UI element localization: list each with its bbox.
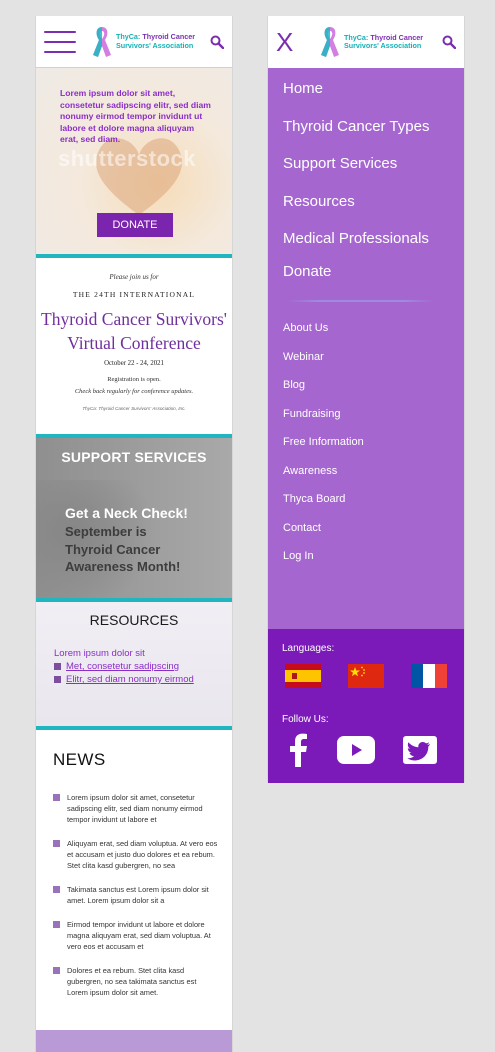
news-text: Aliquyam erat, sed diam voluptua. At ver… — [67, 839, 218, 870]
footer-bar — [36, 1030, 232, 1052]
facebook-icon[interactable] — [287, 733, 309, 767]
logo-line1: Thyroid Cancer — [142, 32, 196, 41]
logo-line2: Survivors' Association — [343, 41, 422, 50]
nav-menu: Home Thyroid Cancer Types Support Servic… — [268, 68, 464, 562]
languages-label: Languages: — [282, 643, 335, 654]
nav-thyroid-cancer-types[interactable]: Thyroid Cancer Types — [283, 118, 464, 135]
resources-lead: Lorem ipsum dolor sit — [54, 648, 145, 659]
bullet-icon — [54, 663, 61, 670]
awareness-ribbon-icon — [320, 27, 339, 57]
donate-button[interactable]: DONATE — [97, 213, 173, 237]
bullet-icon — [53, 886, 60, 893]
resource-link[interactable]: Elitr, sed diam nonumy eirmod — [54, 674, 232, 685]
logo-brand: ThyCa: — [115, 32, 141, 41]
language-flags — [285, 664, 464, 688]
news-item[interactable]: Lorem ipsum dolor sit amet, consetetur s… — [53, 792, 218, 825]
search-icon[interactable] — [210, 35, 224, 49]
support-heading: SUPPORT SERVICES — [61, 449, 207, 465]
nav-resources[interactable]: Resources — [283, 193, 464, 210]
menu-footer: Languages: Follow Us: — [268, 629, 464, 783]
support-services-section[interactable]: SUPPORT SERVICES Get a Neck Check! Septe… — [36, 438, 232, 598]
registration-info: Registration is open. Check back regular… — [36, 374, 232, 398]
bullet-icon — [54, 676, 61, 683]
nav-contact[interactable]: Contact — [283, 522, 464, 534]
china-flag-icon[interactable] — [348, 664, 384, 688]
follow-us-label: Follow Us: — [282, 714, 329, 725]
logo-text: ThyCa: Thyroid Cancer Survivors' Associa… — [343, 33, 423, 51]
conference-title-line1: Thyroid Cancer Survivors' — [41, 309, 227, 329]
news-text: Takimata sanctus est Lorem ipsum dolor s… — [67, 885, 209, 905]
social-links — [287, 733, 464, 767]
menu-screen: X ThyCa: Thyroid Cancer Survivors' Assoc… — [267, 16, 465, 783]
news-item[interactable]: Dolores et ea rebum. Stet clita kasd gub… — [53, 965, 218, 998]
header: X ThyCa: Thyroid Cancer Survivors' Assoc… — [268, 16, 464, 68]
awareness-line3: Awareness Month! — [65, 559, 181, 574]
conference-invite: Please join us for — [109, 273, 159, 281]
site-logo[interactable]: ThyCa: Thyroid Cancer Survivors' Associa… — [91, 25, 195, 59]
nav-medical-professionals[interactable]: Medical Professionals — [283, 230, 464, 247]
close-icon[interactable]: X — [276, 29, 300, 55]
resources-heading: RESOURCES — [89, 612, 179, 628]
site-logo[interactable]: ThyCa: Thyroid Cancer Survivors' Associa… — [319, 25, 423, 59]
registration-status: Registration is open. — [107, 376, 161, 383]
twitter-icon[interactable] — [403, 736, 437, 764]
logo-line2: Survivors' Association — [115, 40, 194, 50]
hero-banner: shutterstock Lorem ipsum dolor sit amet,… — [36, 68, 232, 254]
nav-blog[interactable]: Blog — [283, 379, 464, 391]
watermark: shutterstock — [58, 146, 197, 171]
bullet-icon — [53, 794, 60, 801]
logo-text: ThyCa: Thyroid Cancer Survivors' Associa… — [115, 32, 196, 50]
nav-log-in[interactable]: Log In — [283, 550, 464, 562]
news-heading: NEWS — [53, 750, 106, 769]
news-text: Lorem ipsum dolor sit amet, consetetur s… — [67, 793, 203, 824]
home-screen: ThyCa: Thyroid Cancer Survivors' Associa… — [35, 16, 233, 1052]
conference-title-line2: Virtual Conference — [67, 333, 201, 353]
news-item[interactable]: Aliquyam erat, sed diam voluptua. At ver… — [53, 838, 218, 871]
resources-section: RESOURCES Lorem ipsum dolor sit Met, con… — [36, 602, 232, 726]
conference-edition: THE 24TH INTERNATIONAL — [72, 290, 196, 299]
resource-link[interactable]: Met, consetetur sadipscing — [54, 661, 232, 672]
awareness-line1: September is — [65, 524, 147, 539]
nav-home[interactable]: Home — [283, 80, 464, 97]
awareness-line2: Thyroid Cancer — [65, 541, 161, 557]
search-icon[interactable] — [442, 35, 456, 49]
secondary-nav: About Us Webinar Blog Fundraising Free I… — [283, 322, 464, 562]
news-text: Dolores et ea rebum. Stet clita kasd gub… — [67, 966, 197, 997]
conference-dates: October 22 - 24, 2021 — [104, 360, 164, 367]
conference-banner[interactable]: Please join us for THE 24TH INTERNATIONA… — [36, 258, 232, 434]
nav-support-services[interactable]: Support Services — [283, 155, 464, 172]
spain-flag-icon[interactable] — [285, 664, 321, 688]
news-section: NEWS Lorem ipsum dolor sit amet, consete… — [36, 730, 232, 1020]
bullet-icon — [53, 921, 60, 928]
hero-text: Lorem ipsum dolor sit amet, consetetur s… — [60, 88, 211, 145]
youtube-icon[interactable] — [337, 736, 375, 764]
conference-footer: ThyCa: Thyroid Cancer Survivors' Associa… — [82, 406, 186, 411]
nav-free-information[interactable]: Free Information — [283, 436, 464, 448]
nav-about-us[interactable]: About Us — [283, 322, 464, 334]
nav-webinar[interactable]: Webinar — [283, 351, 464, 363]
primary-nav: Home Thyroid Cancer Types Support Servic… — [283, 80, 464, 280]
neck-check-text: Get a Neck Check! — [65, 505, 188, 521]
resource-link-label: Elitr, sed diam nonumy eirmod — [66, 674, 194, 685]
resource-link-label: Met, consetetur sadipscing — [66, 661, 180, 672]
nav-awareness[interactable]: Awareness — [283, 465, 464, 477]
nav-fundraising[interactable]: Fundraising — [283, 408, 464, 420]
menu-divider — [288, 300, 434, 302]
awareness-text: September is Thyroid Cancer Awareness Mo… — [65, 523, 232, 576]
news-item[interactable]: Takimata sanctus est Lorem ipsum dolor s… — [53, 884, 218, 906]
nav-thyca-board[interactable]: Thyca Board — [283, 493, 464, 505]
conference-title: Thyroid Cancer Survivors' Virtual Confer… — [36, 307, 232, 355]
news-item[interactable]: Eirmod tempor invidunt ut labore et dolo… — [53, 919, 218, 952]
france-flag-icon[interactable] — [411, 664, 447, 688]
hamburger-menu-icon[interactable] — [44, 30, 76, 53]
bullet-icon — [53, 967, 60, 974]
nav-donate[interactable]: Donate — [283, 263, 464, 280]
registration-note: Check back regularly for conference upda… — [74, 388, 194, 395]
header: ThyCa: Thyroid Cancer Survivors' Associa… — [36, 16, 232, 68]
bullet-icon — [53, 840, 60, 847]
news-text: Eirmod tempor invidunt ut labore et dolo… — [67, 920, 211, 951]
awareness-ribbon-icon — [92, 26, 111, 57]
